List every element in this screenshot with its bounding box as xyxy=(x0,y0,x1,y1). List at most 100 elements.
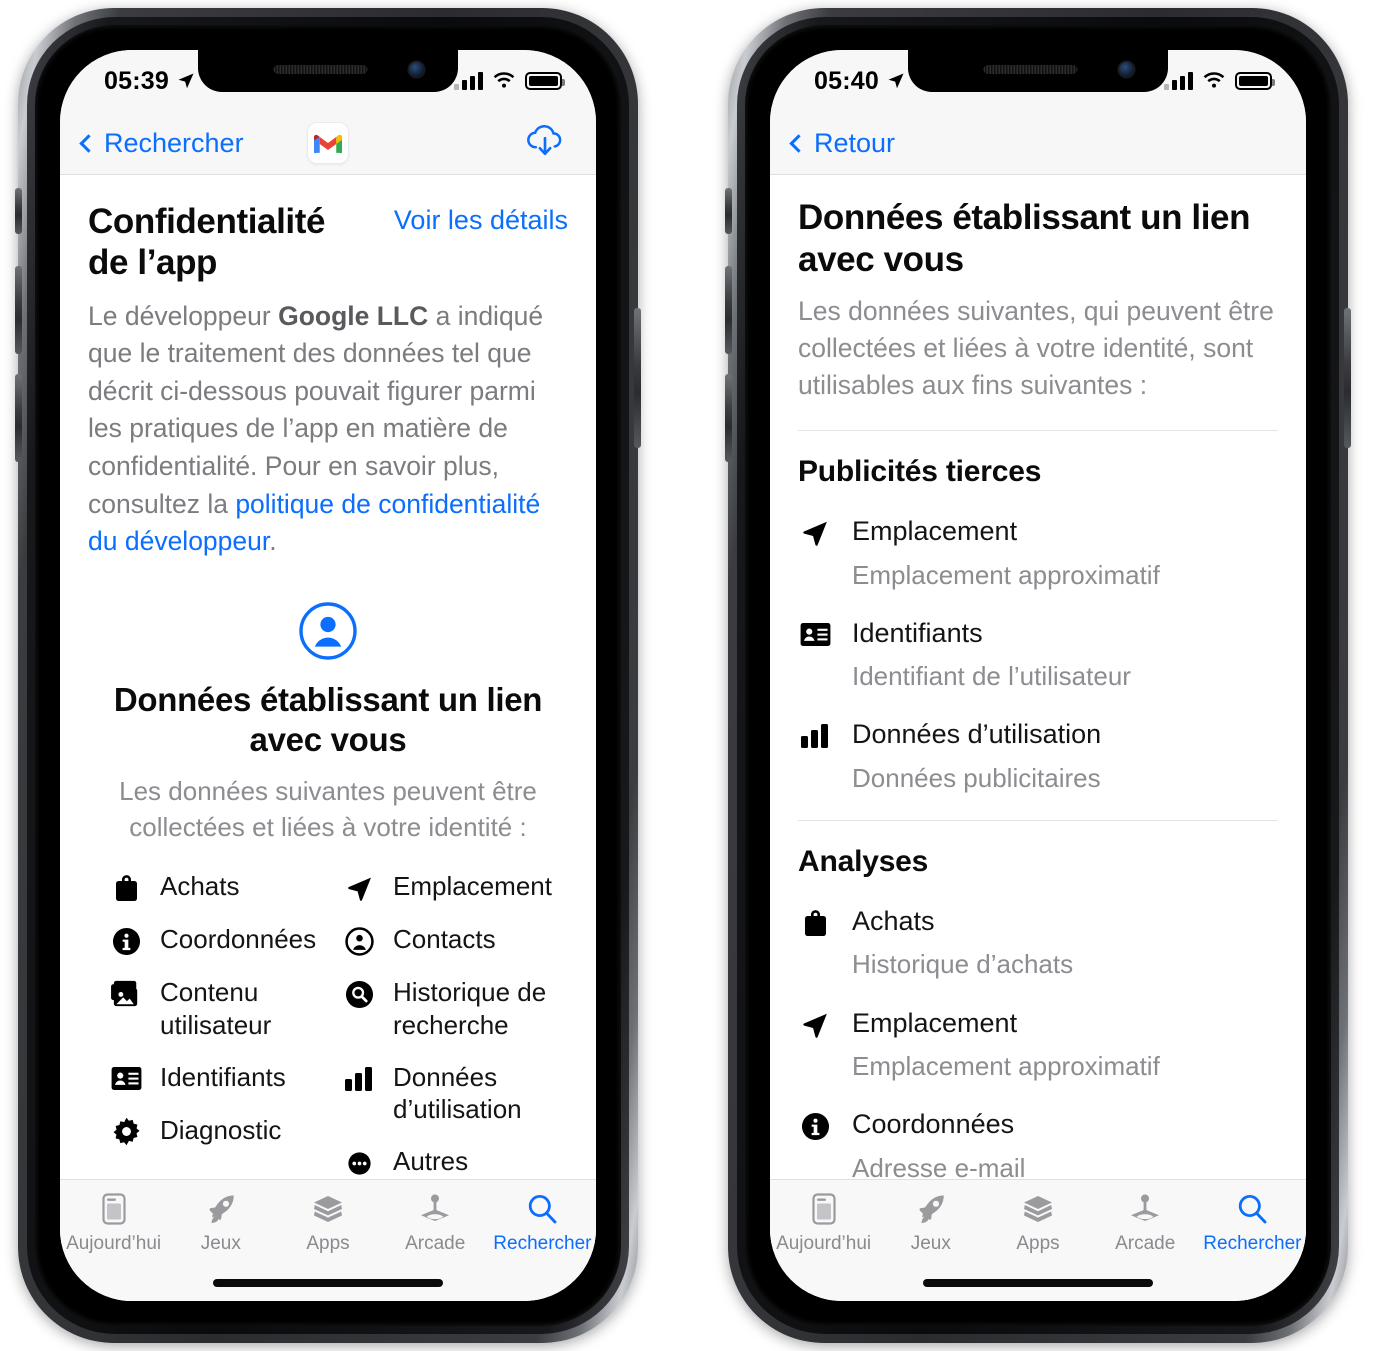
list-item-label: Historique de recherche xyxy=(393,977,547,1040)
list-item-label: Achats xyxy=(852,906,935,937)
search-magnifier-icon xyxy=(529,1194,557,1224)
list-item: Contacts xyxy=(343,923,568,957)
list-item-description: Données publicitaires xyxy=(852,762,1101,793)
volume-down-button[interactable] xyxy=(725,374,732,462)
list-item: Contenu utilisateur xyxy=(110,976,335,1042)
status-bar-right xyxy=(454,72,565,90)
wifi-icon xyxy=(493,72,515,88)
tab-label: Apps xyxy=(306,1233,350,1254)
location-arrow-icon xyxy=(178,73,194,89)
list-item-text: Données d’utilisation Données publicitai… xyxy=(852,718,1101,794)
tab-label: Rechercher xyxy=(493,1233,592,1254)
back-button-label: Retour xyxy=(814,127,896,158)
list-item-label: Emplacement xyxy=(852,516,1018,547)
tab-games[interactable]: Jeux xyxy=(877,1192,984,1255)
purchases-bag-icon xyxy=(798,906,832,940)
list-item-description: Historique d’achats xyxy=(852,949,1074,980)
notch xyxy=(198,50,458,92)
page-content: Confidentialité de l’app Voir les détail… xyxy=(60,175,596,1301)
volume-up-button[interactable] xyxy=(725,266,732,354)
linked-data-hero: Données établissant un lien avec vous Le… xyxy=(60,561,596,846)
chevron-left-icon xyxy=(79,133,98,153)
tab-label: Rechercher xyxy=(1203,1233,1302,1254)
page-subtitle: Les données suivantes, qui peuvent être … xyxy=(798,296,1274,401)
identifiers-card-icon xyxy=(798,618,832,652)
tab-apps[interactable]: Apps xyxy=(274,1192,381,1255)
power-button[interactable] xyxy=(1344,308,1351,448)
today-icon xyxy=(101,1193,126,1225)
tab-search[interactable]: Rechercher xyxy=(1199,1192,1306,1255)
list-item: Données d’utilisation xyxy=(343,1061,568,1127)
list-item-label: Contenu utilisateur xyxy=(160,977,272,1040)
status-time: 05:39 xyxy=(104,66,169,95)
list-item-label: Diagnostic xyxy=(160,1114,282,1145)
arcade-joystick-icon xyxy=(1131,1194,1160,1221)
cellular-signal-icon xyxy=(454,72,483,90)
tab-label: Jeux xyxy=(910,1233,951,1254)
list-item-label: Données d’utilisation xyxy=(852,719,1102,750)
location-arrow-icon xyxy=(798,1008,832,1042)
gmail-m-glyph xyxy=(314,134,342,153)
page-title: Données établissant un lien avec vous xyxy=(798,198,1251,279)
cloud-download-icon xyxy=(527,124,562,155)
home-indicator[interactable] xyxy=(923,1279,1153,1287)
battery-icon xyxy=(525,72,565,90)
status-bar-left: 05:39 xyxy=(104,67,196,96)
phone-screen: 05:39 Rechercher Confidentialité de l’ap… xyxy=(60,50,596,1301)
disclosure-part3: . xyxy=(269,526,277,557)
list-item: Emplacement Emplacement approximatif xyxy=(798,1007,1278,1083)
phone-right: 05:40 Retour Données établissant un lien… xyxy=(725,8,1351,1343)
list-item-label: Achats xyxy=(160,871,240,902)
back-button[interactable]: Retour xyxy=(789,127,896,159)
see-details-link[interactable]: Voir les détails xyxy=(394,201,568,236)
volume-down-button[interactable] xyxy=(15,374,22,462)
tab-today[interactable]: Aujourd’hui xyxy=(770,1192,877,1255)
tab-apps[interactable]: Apps xyxy=(984,1192,1091,1255)
list-item-description: Emplacement approximatif xyxy=(852,1050,1160,1081)
earpiece-speaker xyxy=(983,65,1078,74)
power-button[interactable] xyxy=(634,308,641,448)
volume-up-button[interactable] xyxy=(15,266,22,354)
battery-icon xyxy=(1235,72,1275,90)
nav-bar: Rechercher xyxy=(60,112,596,175)
hero-title: Données établissant un lien avec vous xyxy=(113,680,543,759)
page-title-line2: de l’app xyxy=(88,243,218,283)
home-indicator[interactable] xyxy=(213,1279,443,1287)
list-item-label: Coordonnées xyxy=(160,924,317,955)
list-item: Historique de recherche xyxy=(343,976,568,1042)
location-arrow-icon xyxy=(343,872,375,904)
list-item-label: Identifiants xyxy=(852,617,983,648)
download-button[interactable] xyxy=(524,122,566,165)
mute-switch[interactable] xyxy=(15,188,22,234)
screenshot-stage: 05:39 Rechercher Confidentialité de l’ap… xyxy=(0,0,1400,1351)
gmail-app-icon[interactable] xyxy=(308,123,348,163)
identifiers-card-icon xyxy=(110,1063,142,1095)
mute-switch[interactable] xyxy=(725,188,732,234)
list-item: Emplacement Emplacement approximatif xyxy=(798,515,1278,591)
data-category-grid: Achats Coordonnées Contenu utilisateur I… xyxy=(60,846,596,1230)
tab-today[interactable]: Aujourd’hui xyxy=(60,1192,167,1255)
tab-arcade[interactable]: Arcade xyxy=(1092,1192,1199,1255)
list-item-label: Identifiants xyxy=(160,1061,286,1092)
tab-arcade[interactable]: Arcade xyxy=(382,1192,489,1255)
tab-search[interactable]: Rechercher xyxy=(489,1192,596,1255)
list-item-label: Emplacement xyxy=(393,871,552,902)
developer-name: Google LLC xyxy=(278,300,429,331)
list-item-label: Emplacement xyxy=(852,1007,1018,1038)
tab-label: Arcade xyxy=(1115,1233,1176,1254)
tab-label: Aujourd’hui xyxy=(66,1233,162,1254)
list-item-description: Emplacement approximatif xyxy=(852,559,1160,590)
front-camera-icon xyxy=(1119,62,1134,77)
section-title: Publicités tierces xyxy=(798,455,1042,489)
list-item: Coordonnées Adresse e-mail xyxy=(798,1108,1278,1184)
tab-games[interactable]: Jeux xyxy=(167,1192,274,1255)
page-title: Confidentialité de l’app xyxy=(88,201,325,284)
list-item: Diagnostic xyxy=(110,1114,335,1148)
nav-app-icon-wrap[interactable] xyxy=(308,123,348,163)
wifi-icon xyxy=(1203,72,1225,88)
list-item: Coordonnées xyxy=(110,923,335,957)
contact-info-icon xyxy=(798,1109,832,1143)
apps-stack-icon xyxy=(1024,1196,1052,1222)
phone-screen: 05:40 Retour Données établissant un lien… xyxy=(770,50,1306,1301)
back-button[interactable]: Rechercher xyxy=(79,128,244,159)
